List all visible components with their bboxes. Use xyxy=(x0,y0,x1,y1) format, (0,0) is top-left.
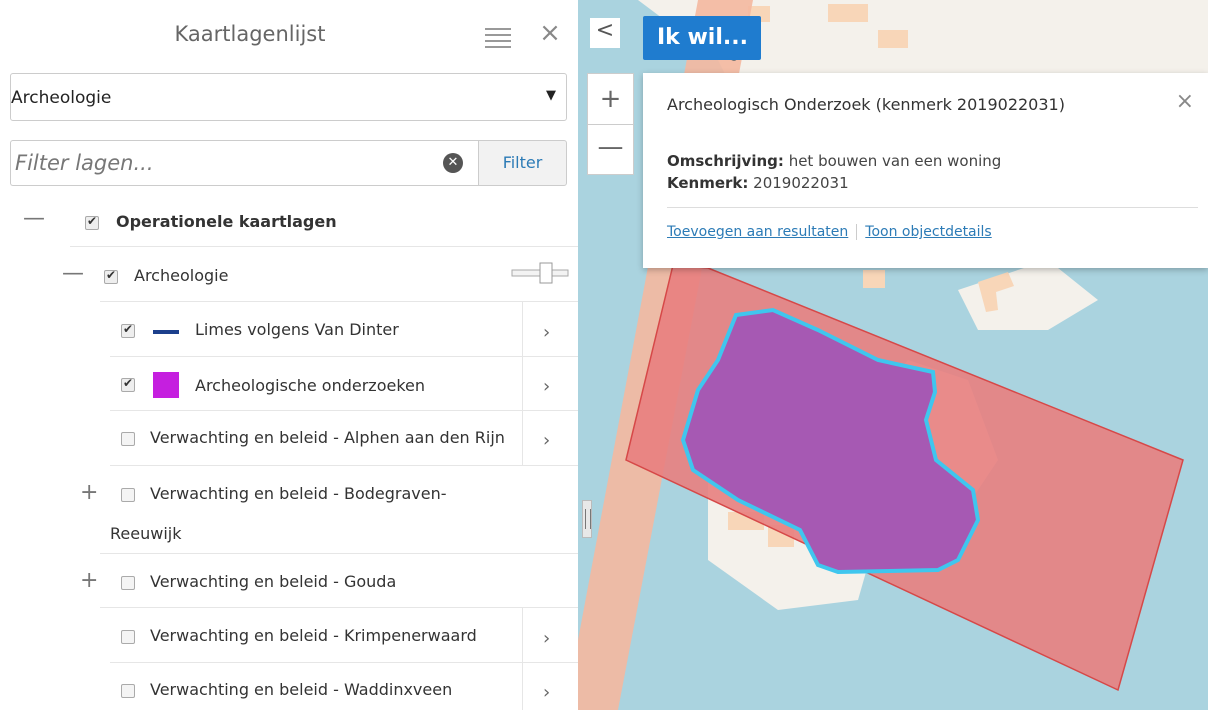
opacity-slider[interactable] xyxy=(510,262,570,284)
chevron-right-icon[interactable]: › xyxy=(543,322,550,343)
layer-group-selected-value: Archeologie xyxy=(11,88,112,108)
expand-toggle[interactable]: + xyxy=(80,568,98,593)
layer-checkbox[interactable] xyxy=(121,488,135,502)
layer-label-line1: Verwachting en beleid - Bodegraven- xyxy=(150,484,447,503)
layer-checkbox[interactable] xyxy=(121,684,135,698)
layer-checkbox[interactable] xyxy=(121,630,135,644)
legend-line-icon xyxy=(153,330,179,334)
chevron-right-icon[interactable]: › xyxy=(543,628,550,649)
kenmerk-value: 2019022031 xyxy=(753,174,849,192)
layer-checkbox[interactable] xyxy=(121,376,135,392)
feature-info-popup: Archeologisch Onderzoek (kenmerk 2019022… xyxy=(643,73,1208,268)
divider xyxy=(667,207,1198,208)
layer-group-label: Archeologie xyxy=(134,266,229,285)
kenmerk-label: Kenmerk: xyxy=(667,174,749,192)
layer-label: Limes volgens Van Dinter xyxy=(195,320,399,339)
layer-label: Verwachting en beleid - Krimpenerwaard xyxy=(150,626,477,645)
zoom-in-button[interactable]: + xyxy=(588,74,633,125)
layer-label: Verwachting en beleid - Waddinxveen xyxy=(150,680,453,699)
layer-label-line2: Reeuwijk xyxy=(110,524,182,543)
chevron-right-icon[interactable]: › xyxy=(543,430,550,451)
layer-label: Archeologische onderzoeken xyxy=(195,376,425,395)
zoom-control: + — xyxy=(587,73,634,175)
popup-links: Toevoegen aan resultaten Toon objectdetai… xyxy=(667,224,992,240)
building xyxy=(828,4,868,22)
panel-title: Kaartlagenlijst xyxy=(174,22,326,46)
layer-list-panel: Kaartlagenlijst × Archeologie ▼ ✕ Filter… xyxy=(0,0,578,710)
building xyxy=(878,30,908,48)
collapse-toggle[interactable]: — xyxy=(23,206,45,231)
layer-checkbox[interactable] xyxy=(121,322,135,338)
layer-checkbox-operational[interactable] xyxy=(85,214,99,230)
caret-down-icon: ▼ xyxy=(546,88,556,103)
filter-bar: ✕ Filter xyxy=(10,140,567,186)
menu-icon[interactable] xyxy=(485,24,511,48)
collapse-toggle[interactable]: — xyxy=(62,261,84,286)
description-value: het bouwen van een woning xyxy=(788,152,1002,170)
ik-wil-button[interactable]: Ik wil... xyxy=(643,16,761,60)
layer-checkbox[interactable] xyxy=(121,432,135,446)
land-area xyxy=(958,260,1098,330)
expand-toggle[interactable]: + xyxy=(80,480,98,505)
popup-title: Archeologisch Onderzoek (kenmerk 2019022… xyxy=(667,95,1065,114)
add-to-results-link[interactable]: Toevoegen aan resultaten xyxy=(667,224,848,240)
zoom-out-button[interactable]: — xyxy=(588,125,633,175)
layer-checkbox[interactable] xyxy=(121,576,135,590)
popup-description: Omschrijving: het bouwen van een woning … xyxy=(667,150,1001,194)
layer-checkbox-archeologie[interactable] xyxy=(104,268,118,284)
filter-input[interactable] xyxy=(10,140,478,186)
layer-group-select[interactable]: Archeologie ▼ xyxy=(10,73,567,121)
panel-resize-handle[interactable] xyxy=(582,500,592,538)
layer-group-label: Operationele kaartlagen xyxy=(116,212,337,231)
chevron-right-icon[interactable]: › xyxy=(543,376,550,397)
building xyxy=(863,270,885,288)
collapse-panel-button[interactable]: < xyxy=(590,18,620,48)
legend-fill-icon xyxy=(153,372,179,398)
close-icon[interactable]: × xyxy=(1176,89,1194,114)
show-object-details-link[interactable]: Toon objectdetails xyxy=(865,224,991,240)
layer-label: Verwachting en beleid - Gouda xyxy=(150,572,397,591)
filter-button[interactable]: Filter xyxy=(478,140,567,186)
divider xyxy=(856,224,858,240)
layer-label: Verwachting en beleid - Alphen aan den R… xyxy=(150,428,505,447)
description-label: Omschrijving: xyxy=(667,152,784,170)
chevron-right-icon[interactable]: › xyxy=(543,682,550,703)
close-icon[interactable]: × xyxy=(538,20,562,46)
panel-header: Kaartlagenlijst × xyxy=(0,0,578,68)
clear-filter-icon[interactable]: ✕ xyxy=(443,153,463,173)
